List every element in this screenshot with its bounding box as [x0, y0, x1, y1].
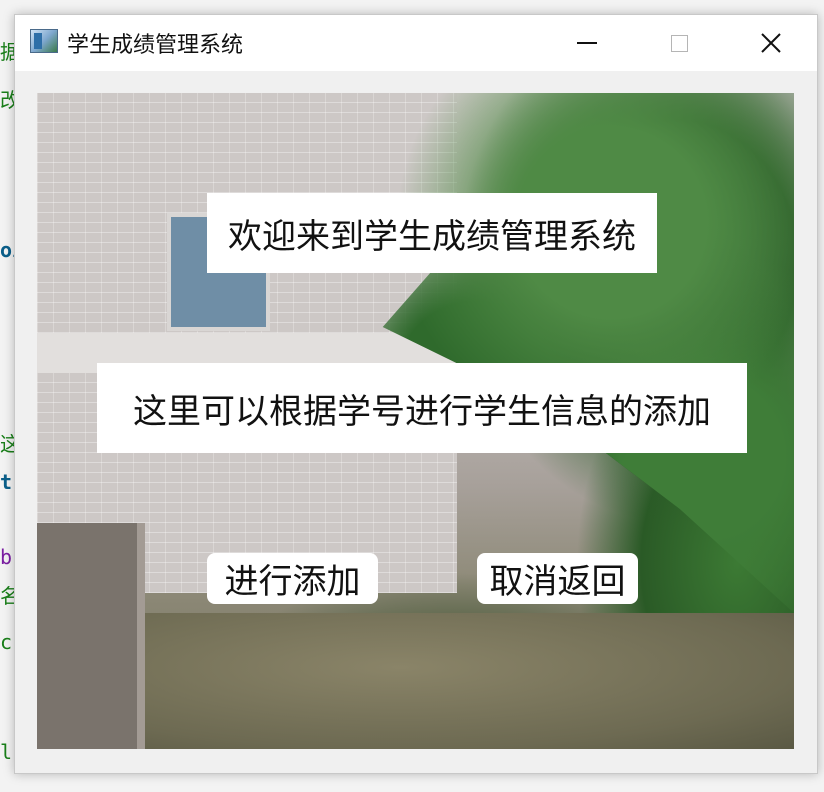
info-label: 这里可以根据学号进行学生信息的添加 — [97, 363, 747, 453]
background-code-fragment: c — [0, 630, 13, 654]
app-window-icon — [30, 29, 58, 53]
minimize-icon — [577, 42, 597, 44]
close-icon — [761, 33, 781, 53]
welcome-label: 欢迎来到学生成绩管理系统 — [207, 193, 657, 273]
window-title: 学生成绩管理系统 — [67, 33, 244, 58]
parapet-wall-image — [37, 523, 145, 749]
title-bar[interactable]: 学生成绩管理系统 — [15, 15, 817, 71]
maximize-icon — [670, 34, 688, 52]
cancel-return-button[interactable]: 取消返回 — [477, 553, 638, 604]
courtyard-ground-image — [137, 613, 794, 749]
background-code-fragment: t — [0, 470, 13, 494]
background-photo-panel: 欢迎来到学生成绩管理系统 这里可以根据学号进行学生信息的添加 进行添加 取消返回 — [37, 93, 794, 749]
maximize-button[interactable] — [633, 15, 725, 71]
background-code-fragment: b — [0, 545, 13, 569]
minimize-button[interactable] — [541, 15, 633, 71]
add-button[interactable]: 进行添加 — [207, 553, 378, 604]
background-code-fragment: l — [0, 740, 13, 764]
close-button[interactable] — [725, 15, 817, 71]
app-window: 学生成绩管理系统 欢迎来到学生成绩管理系统 这里可以根据学号进行学生信息的添加 … — [14, 14, 818, 774]
